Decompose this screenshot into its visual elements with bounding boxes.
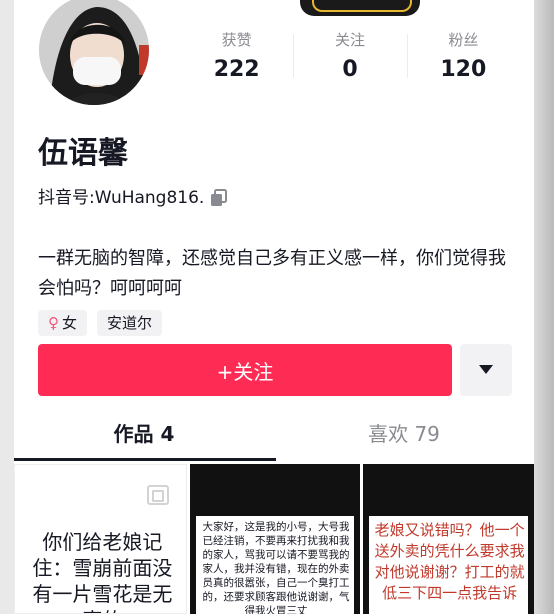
stat-followers[interactable]: 粉丝 120 [406, 30, 520, 86]
stat-following-label: 关注 [334, 31, 365, 49]
douyin-id-label: 抖音号: [38, 188, 95, 208]
profile-stats: 获赞 222 关注 0 粉丝 120 [180, 30, 520, 86]
video-thumbnail-2[interactable]: 大家好，这是我的小号，大号我已经注销，不要再来打扰我和我的家人，骂我可以请不要骂… [189, 464, 361, 614]
douyin-id-value: WuHang816. [94, 188, 205, 208]
profile-tags: ♀ 女 安道尔 [38, 310, 163, 336]
stat-followers-label: 粉丝 [448, 31, 479, 49]
location-tag-label: 安道尔 [107, 314, 153, 332]
screen-bezel-right [534, 0, 554, 614]
video-3-text: 老娘又说错吗？他一个送外卖的凭什么要求我对他说谢谢？打工的就低三下四一点我告诉 [374, 521, 525, 602]
tab-works[interactable]: 作品 4 [14, 414, 274, 462]
more-options-button[interactable] [460, 344, 512, 396]
video-thumbnail-1[interactable]: 你们给老娘记住：雪崩前面没有一片雪花是无辜的 [14, 464, 187, 614]
stat-followers-value: 120 [440, 57, 487, 82]
triangle-down-icon [479, 365, 493, 374]
stat-likes-value: 222 [213, 57, 260, 82]
female-icon: ♀ [48, 314, 59, 332]
profile-bio: 一群无脑的智障，还感觉自己多有正义感一样，你们觉得我会怕吗？呵呵呵呵 [38, 248, 506, 299]
avatar-photo [39, 0, 149, 105]
video-2-text: 大家好，这是我的小号，大号我已经注销，不要再来打扰我和我的家人，骂我可以请不要骂… [202, 521, 350, 614]
location-tag: 安道尔 [97, 310, 163, 336]
stat-following[interactable]: 关注 0 [293, 30, 406, 86]
stat-following-value: 0 [342, 57, 358, 82]
profile-name: 伍语馨 [38, 136, 128, 171]
status-bar-notch [300, 0, 420, 16]
video-grid: 你们给老娘记住：雪崩前面没有一片雪花是无辜的 大家好，这是我的小号，大号我已经注… [14, 464, 535, 614]
screen-bezel-left [0, 0, 14, 614]
active-tab-indicator [14, 458, 276, 461]
avatar[interactable] [36, 0, 152, 108]
video-thumbnail-3[interactable]: 老娘又说错吗？他一个送外卖的凭什么要求我对他说谢谢？打工的就低三下四一点我告诉 [363, 464, 535, 614]
gender-tag: ♀ 女 [38, 310, 88, 336]
stat-likes[interactable]: 获赞 222 [180, 30, 293, 86]
profile-tabs: 作品 4 喜欢 79 [14, 414, 534, 462]
tab-likes[interactable]: 喜欢 79 [274, 414, 534, 462]
copy-icon[interactable] [210, 189, 228, 207]
image-post-icon [147, 485, 169, 505]
video-1-text: 你们给老娘记住：雪崩前面没有一片雪花是无辜的 [32, 530, 173, 613]
douyin-id-row: 抖音号: WuHang816. [38, 186, 228, 210]
stat-likes-label: 获赞 [221, 31, 252, 49]
follow-button[interactable]: +关注 [38, 344, 452, 396]
gender-tag-label: 女 [62, 314, 78, 332]
